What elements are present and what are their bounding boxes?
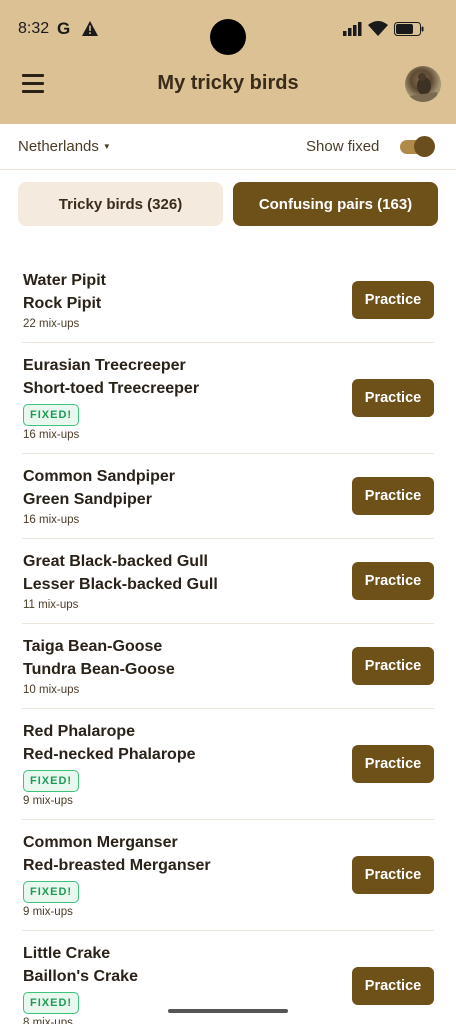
bird-a-name: Red Phalarope	[23, 723, 136, 740]
pairs-list: Water Pipit Rock Pipit 22 mix-ups Practi…	[0, 258, 456, 1024]
page-title: My tricky birds	[157, 72, 299, 94]
practice-button[interactable]: Practice	[352, 647, 434, 685]
mixups-count: 22 mix-ups	[23, 318, 80, 330]
practice-button[interactable]: Practice	[352, 562, 434, 600]
practice-button[interactable]: Practice	[352, 967, 434, 1005]
fixed-badge: FIXED!	[23, 881, 80, 903]
fixed-badge: FIXED!	[23, 992, 80, 1014]
filter-row: Netherlands ▼ Show fixed	[0, 124, 456, 170]
show-fixed-label: Show fixed	[306, 138, 380, 155]
list-item[interactable]: Water Pipit Rock Pipit 22 mix-ups Practi…	[22, 258, 434, 343]
tab-confusing-pairs[interactable]: Confusing pairs (163)	[233, 182, 438, 226]
tab-tricky-birds[interactable]: Tricky birds (326)	[18, 182, 223, 226]
practice-button[interactable]: Practice	[352, 379, 434, 417]
country-dropdown[interactable]: Netherlands ▼	[18, 138, 111, 155]
mixups-count: 11 mix-ups	[23, 599, 79, 611]
list-item[interactable]: Taiga Bean-Goose Tundra Bean-Goose 10 mi…	[22, 624, 434, 709]
home-indicator[interactable]	[168, 1009, 288, 1013]
signal-icon	[343, 22, 362, 36]
camera-cutout	[210, 19, 246, 55]
show-fixed-toggle[interactable]	[398, 135, 436, 157]
mixups-count: 8 mix-ups	[23, 1017, 73, 1024]
bird-a-name: Little Crake	[23, 945, 111, 962]
list-item[interactable]: Common Merganser Red-breasted Merganser …	[22, 820, 434, 931]
app-bar: My tricky birds	[0, 58, 456, 124]
mixups-count: 10 mix-ups	[23, 684, 80, 696]
country-label: Netherlands	[18, 138, 99, 155]
bird-avatar-icon	[409, 73, 437, 102]
warning-icon	[82, 21, 98, 36]
list-item[interactable]: Great Black-backed Gull Lesser Black-bac…	[22, 539, 434, 624]
status-bar: 8:32 G	[0, 0, 456, 58]
fixed-badge: FIXED!	[23, 770, 80, 792]
fixed-badge: FIXED!	[23, 404, 80, 426]
list-item[interactable]: Eurasian Treecreeper Short-toed Treecree…	[22, 343, 434, 454]
practice-button[interactable]: Practice	[352, 477, 434, 515]
practice-button[interactable]: Practice	[352, 745, 434, 783]
practice-button[interactable]: Practice	[352, 856, 434, 894]
avatar[interactable]	[405, 66, 441, 102]
practice-button[interactable]: Practice	[352, 281, 434, 319]
google-icon: G	[57, 19, 71, 38]
mixups-count: 9 mix-ups	[23, 906, 73, 918]
bird-a-name: Eurasian Treecreeper	[23, 357, 186, 374]
battery-icon	[394, 22, 424, 36]
bird-a-name: Common Merganser	[23, 834, 178, 851]
caret-down-icon: ▼	[102, 142, 111, 151]
status-time: 8:32	[18, 20, 50, 37]
mixups-count: 16 mix-ups	[23, 514, 80, 526]
wifi-icon	[368, 21, 388, 36]
mixups-count: 9 mix-ups	[23, 795, 73, 807]
list-item[interactable]: Red Phalarope Red-necked Phalarope FIXED…	[22, 709, 434, 820]
list-item[interactable]: Common Sandpiper Green Sandpiper 16 mix-…	[22, 454, 434, 539]
tabs: Tricky birds (326) Confusing pairs (163)	[18, 182, 438, 226]
mixups-count: 16 mix-ups	[23, 429, 80, 441]
